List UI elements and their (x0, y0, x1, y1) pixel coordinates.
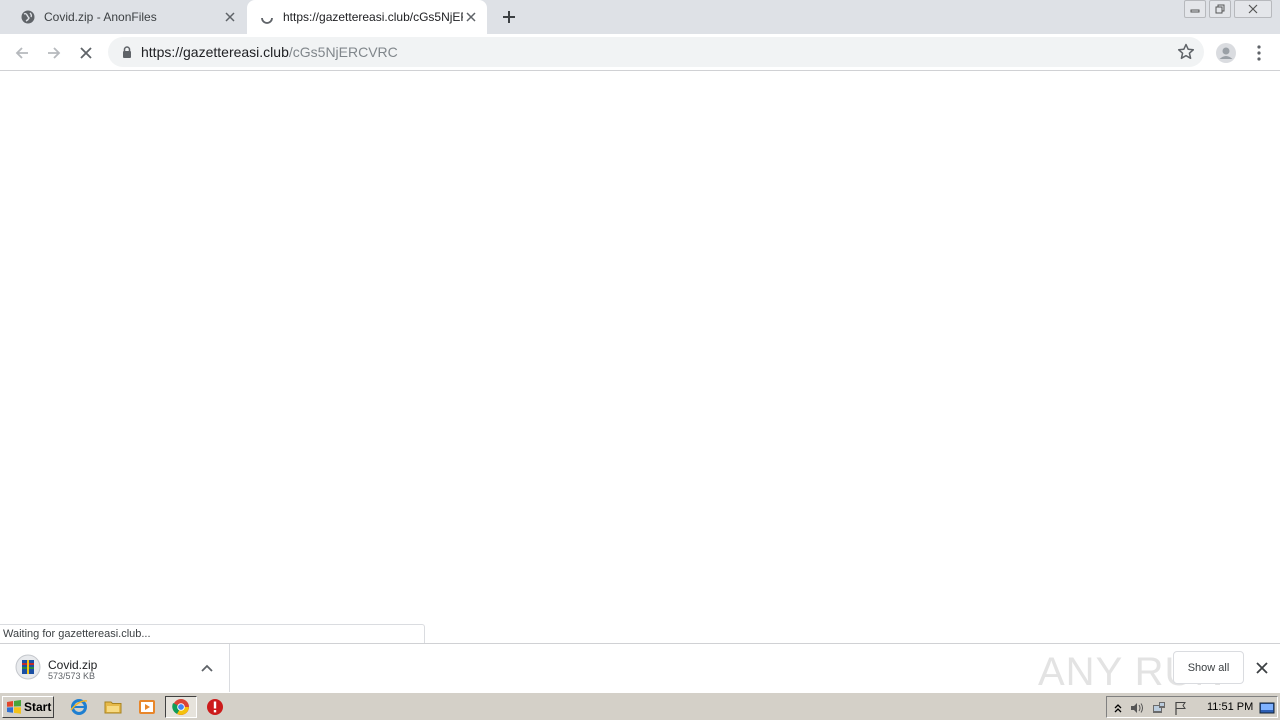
show-desktop-icon[interactable] (1259, 700, 1275, 716)
download-file-size: 573/573 KB (48, 671, 96, 681)
forward-button[interactable] (40, 39, 68, 67)
new-tab-button[interactable] (498, 6, 520, 28)
taskbar: Start 11:51 PM (0, 692, 1280, 720)
windows-logo-icon (6, 700, 22, 714)
tab-gazettereasi[interactable]: https://gazettereasi.club/cGs5NjERC (247, 0, 487, 34)
menu-button[interactable] (1245, 39, 1273, 67)
bookmark-star-icon[interactable] (1176, 42, 1196, 62)
browser-toolbar: https://gazettereasi.club/cGs5NjERCVRC (0, 34, 1280, 71)
close-tab-icon[interactable] (222, 9, 238, 25)
url-host: https://gazettereasi.club (141, 44, 289, 60)
globe-icon (20, 9, 36, 25)
stop-sign-icon[interactable] (206, 698, 224, 716)
chrome-icon (172, 698, 190, 716)
url-text[interactable]: https://gazettereasi.club/cGs5NjERCVRC (141, 44, 398, 60)
download-file-name: Covid.zip (48, 658, 98, 672)
chevron-up-icon[interactable] (198, 660, 216, 676)
address-bar[interactable]: https://gazettereasi.club/cGs5NjERCVRC (108, 37, 1204, 67)
system-tray: 11:51 PM (1106, 696, 1278, 718)
lock-icon[interactable] (120, 45, 134, 59)
network-icon[interactable] (1151, 700, 1167, 716)
show-hidden-icons-icon[interactable] (1110, 700, 1126, 716)
avatar-icon (1216, 43, 1236, 63)
folder-icon[interactable] (104, 698, 122, 716)
back-arrow-icon (15, 47, 28, 59)
stop-icon (80, 47, 92, 59)
tab-title: Covid.zip - AnonFiles (44, 10, 157, 24)
page-content (0, 72, 1280, 624)
restore-button[interactable] (1209, 0, 1231, 18)
show-all-button[interactable]: Show all (1173, 651, 1244, 684)
close-window-button[interactable] (1234, 0, 1272, 18)
clock[interactable]: 11:51 PM (1207, 701, 1253, 713)
forward-arrow-icon (48, 47, 61, 59)
kebab-menu-icon (1257, 45, 1261, 61)
tab-title: https://gazettereasi.club/cGs5NjERC (283, 10, 463, 24)
tab-covid-zip[interactable]: Covid.zip - AnonFiles (8, 0, 246, 34)
start-button[interactable]: Start (2, 696, 54, 718)
chrome-taskbar-button[interactable] (165, 696, 197, 718)
zip-archive-icon (15, 654, 41, 680)
loading-spinner-icon (259, 9, 275, 25)
download-shelf: Covid.zip 573/573 KB ANY RUN Show all (0, 643, 1280, 694)
url-path: /cGs5NjERCVRC (288, 44, 398, 60)
profile-button[interactable] (1212, 39, 1240, 67)
stop-loading-button[interactable] (72, 39, 100, 67)
back-button[interactable] (8, 39, 36, 67)
minimize-button[interactable] (1184, 0, 1206, 18)
media-player-icon[interactable] (138, 698, 156, 716)
status-bubble: Waiting for gazettereasi.club... (0, 624, 425, 643)
tab-strip: Covid.zip - AnonFiles https://gazetterea… (0, 0, 1280, 34)
volume-icon[interactable] (1129, 700, 1145, 716)
close-shelf-icon[interactable] (1252, 658, 1272, 678)
start-label: Start (24, 700, 52, 714)
download-item[interactable]: Covid.zip 573/573 KB (0, 644, 230, 692)
internet-explorer-icon[interactable] (70, 698, 88, 716)
action-center-flag-icon[interactable] (1173, 700, 1189, 716)
close-tab-icon[interactable] (463, 9, 479, 25)
